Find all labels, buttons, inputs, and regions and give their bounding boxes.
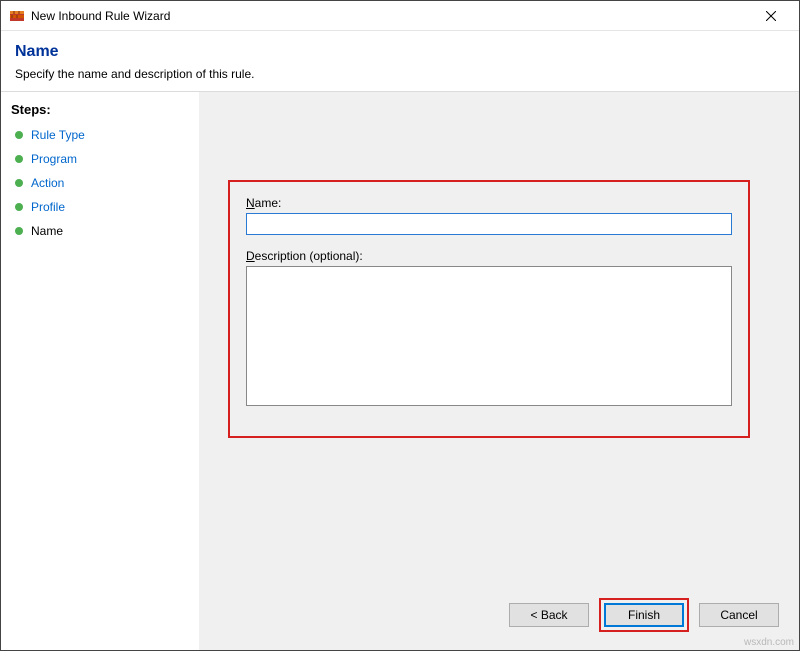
bullet-icon <box>15 179 23 187</box>
steps-heading: Steps: <box>1 98 199 123</box>
back-button[interactable]: < Back <box>509 603 589 627</box>
wizard-window: New Inbound Rule Wizard Name Specify the… <box>0 0 800 651</box>
step-label: Program <box>31 152 77 166</box>
name-input[interactable] <box>246 213 732 235</box>
close-button[interactable] <box>751 2 791 30</box>
page-subtitle: Specify the name and description of this… <box>15 67 785 81</box>
wizard-header: Name Specify the name and description of… <box>1 31 799 91</box>
page-title: Name <box>15 43 785 61</box>
firewall-icon <box>9 8 25 24</box>
description-input[interactable] <box>246 266 732 406</box>
content-pane: Name: Description (optional): < Back Fin… <box>199 92 799 650</box>
step-program[interactable]: Program <box>1 147 199 171</box>
name-label: Name: <box>246 196 732 210</box>
bullet-icon <box>15 155 23 163</box>
step-rule-type[interactable]: Rule Type <box>1 123 199 147</box>
steps-sidebar: Steps: Rule Type Program Action Profile … <box>1 92 199 650</box>
step-profile[interactable]: Profile <box>1 195 199 219</box>
step-action[interactable]: Action <box>1 171 199 195</box>
step-name[interactable]: Name <box>1 219 199 243</box>
step-label: Profile <box>31 200 65 214</box>
step-label: Name <box>31 224 63 238</box>
window-title: New Inbound Rule Wizard <box>31 9 751 23</box>
bullet-icon <box>15 227 23 235</box>
highlighted-form-area: Name: Description (optional): <box>228 180 750 438</box>
wizard-buttons: < Back Finish Cancel <box>509 598 779 632</box>
bullet-icon <box>15 131 23 139</box>
description-label: Description (optional): <box>246 249 732 263</box>
finish-button[interactable]: Finish <box>604 603 684 627</box>
titlebar: New Inbound Rule Wizard <box>1 1 799 31</box>
wizard-body: Steps: Rule Type Program Action Profile … <box>1 92 799 650</box>
step-label: Action <box>31 176 64 190</box>
watermark: wsxdn.com <box>744 637 794 648</box>
finish-highlight: Finish <box>599 598 689 632</box>
cancel-button[interactable]: Cancel <box>699 603 779 627</box>
step-label: Rule Type <box>31 128 85 142</box>
bullet-icon <box>15 203 23 211</box>
close-icon <box>766 11 776 21</box>
